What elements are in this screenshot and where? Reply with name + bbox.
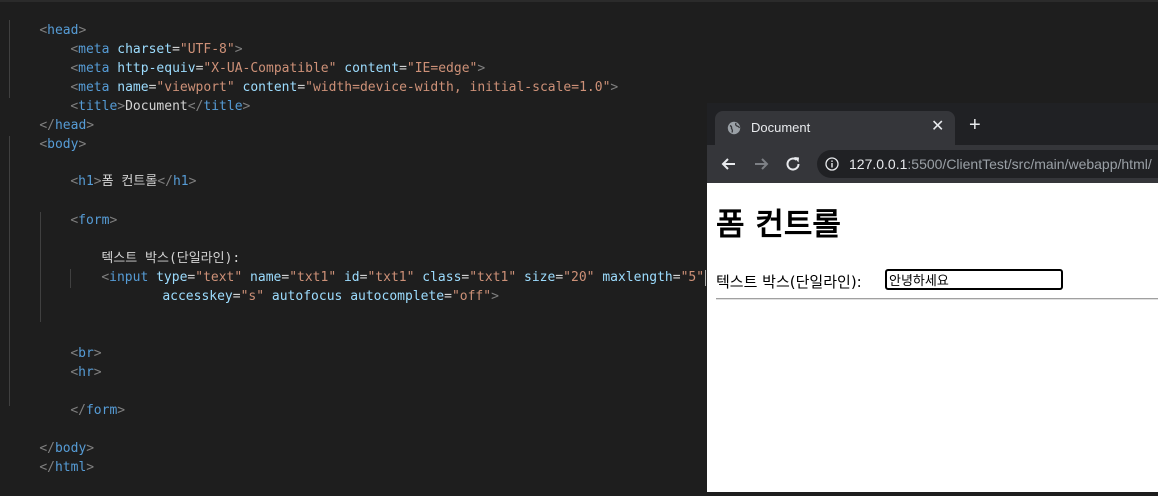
url-text: 127.0.0.1:5500/ClientTest/src/main/webap… — [849, 156, 1152, 172]
code-line-input: <input type="text" name="txt1" id="txt1"… — [101, 269, 707, 286]
horizontal-rule — [716, 298, 1158, 300]
text-cursor — [705, 269, 707, 286]
url-path: :5500/ClientTest/src/main/webapp/html/ — [907, 156, 1152, 172]
globe-icon — [727, 121, 741, 135]
code-h1-text: 폼 컨트롤 — [101, 174, 158, 189]
tab-title: Document — [751, 120, 811, 135]
code-line-form-close: </form> — [70, 403, 126, 418]
browser-toolbar: 127.0.0.1:5500/ClientTest/src/main/webap… — [707, 145, 1158, 183]
code-line-br: <br> — [70, 346, 102, 361]
forward-icon[interactable] — [751, 154, 771, 174]
code-line-meta-viewport: <meta name="viewport" content="width=dev… — [70, 80, 619, 95]
reload-icon[interactable] — [783, 154, 803, 174]
code-line-body-close: </body> — [39, 441, 95, 456]
indent-guide — [9, 136, 10, 406]
tab-close-icon[interactable]: ✕ — [931, 117, 944, 137]
code-line-hr: <hr> — [70, 365, 102, 380]
code-line-meta-compat: <meta http-equiv="X-UA-Compatible" conte… — [70, 61, 486, 76]
code-line-html-close: </html> — [39, 460, 95, 475]
new-tab-icon[interactable]: + — [969, 115, 981, 135]
code-line-form-open: <form> — [70, 213, 118, 228]
code-line-label-text: 텍스트 박스(단일라인): — [70, 230, 240, 266]
code-line-meta-charset: <meta charset="UTF-8"> — [70, 42, 243, 57]
code-line-input-attrs: accesskey="s" autofocus autocomplete="of… — [162, 289, 499, 304]
browser-window: Document ✕ + 127.0.0.1:5500/ClientTest/s… — [707, 103, 1158, 492]
tab-bar: Document ✕ + — [707, 103, 1158, 145]
code-line-body-open: <body> — [39, 137, 87, 152]
code-line-h1: <h1>폼 컨트롤</h1> — [70, 174, 197, 189]
editor-top-border — [0, 0, 1158, 2]
back-icon[interactable] — [719, 154, 739, 174]
page-heading: 폼 컨트롤 — [716, 207, 841, 243]
tab-document[interactable]: Document ✕ — [715, 111, 955, 145]
code-line-head-close: </head> — [39, 118, 95, 133]
address-bar[interactable]: 127.0.0.1:5500/ClientTest/src/main/webap… — [817, 150, 1158, 178]
textbox-label: 텍스트 박스(단일라인): — [716, 273, 862, 291]
url-host: 127.0.0.1 — [849, 156, 908, 172]
code-line-head-open: <head> — [39, 23, 87, 38]
textbox-input[interactable] — [885, 269, 1063, 290]
page-content: 폼 컨트롤 텍스트 박스(단일라인): — [707, 183, 1158, 492]
info-icon[interactable] — [825, 157, 839, 171]
code-line-title: <title>Document</title> — [70, 99, 251, 114]
